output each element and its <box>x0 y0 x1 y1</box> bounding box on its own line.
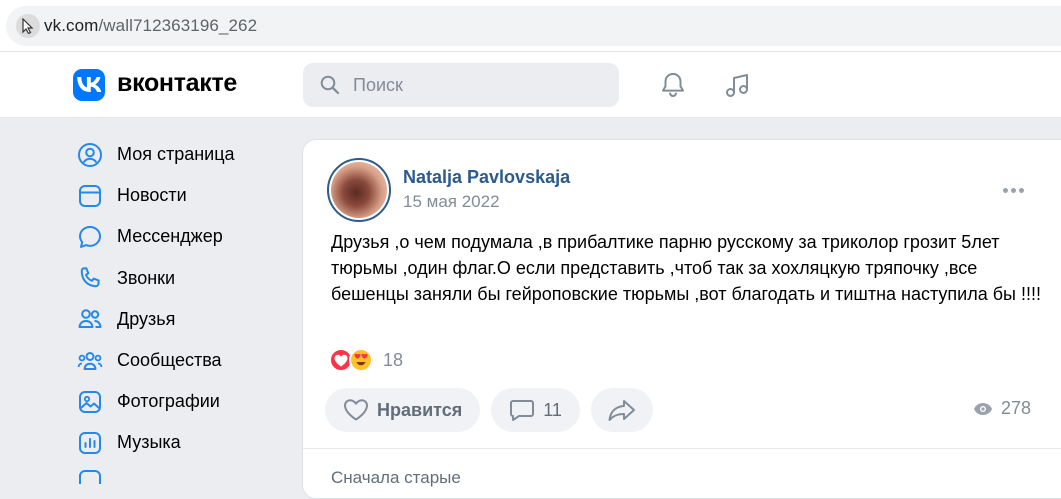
views-counter: 278 <box>973 398 1031 419</box>
url-field[interactable]: vk.com/wall712363196_262 <box>6 6 1061 46</box>
sidebar-item-photos[interactable]: Фотографии <box>75 381 285 422</box>
chat-bubble-icon <box>77 224 103 250</box>
post-text: Друзья ,о чем подумала ,в прибалтике пар… <box>331 232 1041 304</box>
sidebar-item-label: Музыка <box>117 432 181 453</box>
more-options-icon[interactable] <box>1003 180 1029 200</box>
communities-icon <box>77 348 103 374</box>
divider <box>303 448 1061 449</box>
vk-logo-icon[interactable] <box>73 69 105 101</box>
like-label: Нравится <box>377 399 463 420</box>
sidebar-item-messenger[interactable]: Мессенджер <box>75 216 285 257</box>
site-header: вконтакте <box>0 52 1061 118</box>
url-text[interactable]: vk.com/wall712363196_262 <box>44 16 257 36</box>
like-button[interactable]: Нравится <box>325 388 481 432</box>
video-icon <box>77 468 103 484</box>
sidebar-item-music[interactable]: Музыка <box>75 422 285 463</box>
comment-icon <box>510 400 535 421</box>
phone-icon <box>77 265 103 291</box>
heart-outline-icon <box>344 399 368 421</box>
photo-icon <box>77 389 103 415</box>
sidebar-item-label: Фотографии <box>117 391 220 412</box>
comments-sort-dropdown[interactable]: Сначала старые <box>331 468 461 488</box>
eye-icon <box>974 402 992 415</box>
url-path: /wall712363196_262 <box>98 16 258 35</box>
share-arrow-icon <box>608 400 635 421</box>
views-count: 278 <box>1001 398 1032 418</box>
sidebar-item-partial[interactable] <box>75 464 285 484</box>
music-chart-icon <box>77 430 103 456</box>
url-host: vk.com <box>44 16 99 35</box>
share-button[interactable] <box>590 388 653 432</box>
sidebar-item-label: Моя страница <box>117 144 235 165</box>
avatar[interactable] <box>327 158 391 222</box>
reactions-summary[interactable]: 18 <box>329 347 403 373</box>
sidebar-nav: Моя страница Новости Мессенджер Звонки Д… <box>75 134 285 484</box>
sidebar-item-label: Сообщества <box>117 350 222 371</box>
comments-count: 11 <box>543 399 562 420</box>
sidebar-item-calls[interactable]: Звонки <box>75 258 285 299</box>
brand-name[interactable]: вконтакте <box>117 69 237 98</box>
reactions-count: 18 <box>383 349 404 370</box>
sidebar-item-label: Друзья <box>117 308 176 329</box>
sidebar-item-label: Новости <box>117 185 187 206</box>
post-date[interactable]: 15 мая 2022 <box>403 192 500 212</box>
friends-icon <box>77 306 103 332</box>
post-actions: Нравится 11 <box>325 388 653 432</box>
news-feed-icon <box>77 183 103 209</box>
sidebar-item-label: Мессенджер <box>117 226 223 247</box>
comment-button[interactable]: 11 <box>491 388 580 432</box>
music-note-icon[interactable] <box>723 70 753 100</box>
post-author[interactable]: Natalja Pavlovskaja <box>403 167 570 188</box>
user-circle-icon <box>77 142 103 168</box>
sidebar-item-label: Звонки <box>117 267 176 288</box>
sidebar-item-my-page[interactable]: Моя страница <box>75 134 285 175</box>
search-box[interactable] <box>303 63 619 107</box>
page-info-icon[interactable] <box>16 14 40 38</box>
avatar-image <box>331 162 387 218</box>
heart-eyes-reaction-icon <box>349 348 373 372</box>
sidebar-item-news[interactable]: Новости <box>75 175 285 216</box>
sidebar-item-friends[interactable]: Друзья <box>75 299 285 340</box>
browser-address-bar: vk.com/wall712363196_262 <box>0 0 1061 52</box>
search-icon <box>320 75 340 95</box>
search-input[interactable] <box>353 63 603 107</box>
post-card: Natalja Pavlovskaja 15 мая 2022 Друзья ,… <box>302 139 1061 499</box>
sidebar-item-communities[interactable]: Сообщества <box>75 340 285 381</box>
bell-icon[interactable] <box>658 70 688 100</box>
